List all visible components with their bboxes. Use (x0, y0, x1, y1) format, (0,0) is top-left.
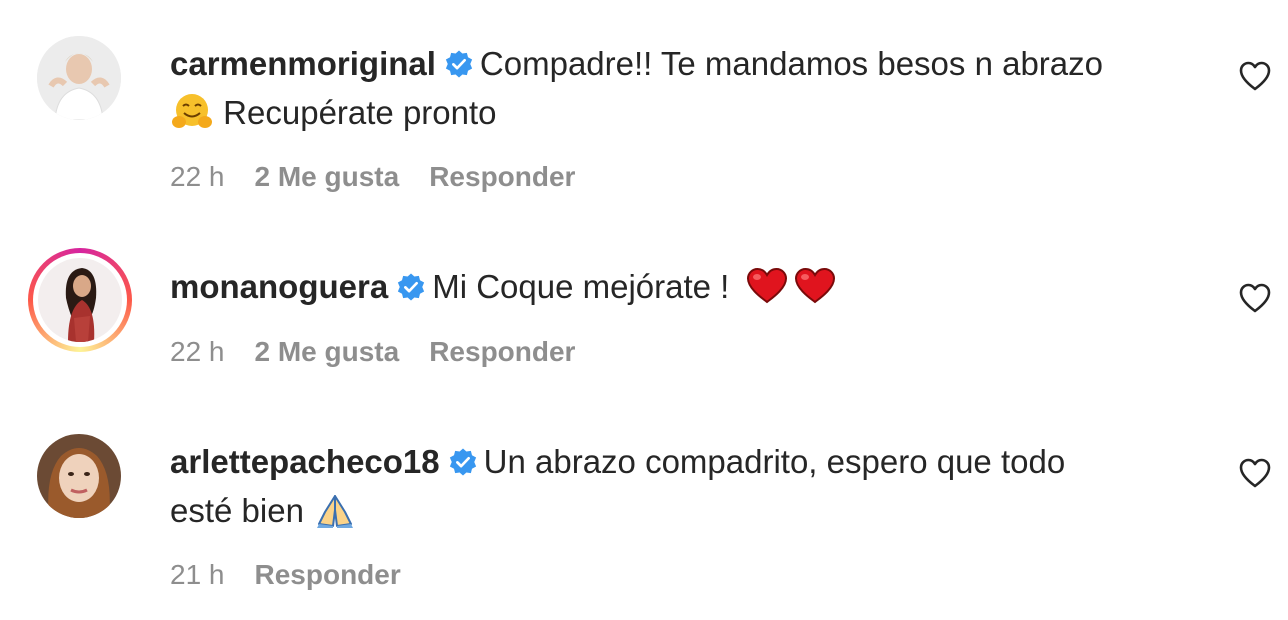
comment-message: Compadre!! Te mandamos besos n abrazo (479, 45, 1103, 82)
verified-badge-icon (398, 273, 425, 301)
comment-time: 22 h (170, 161, 225, 192)
red-heart-emoji-icon (745, 266, 789, 319)
comment-text: monanoguera Mi Coque mejórate ! (170, 262, 1200, 319)
reply-button[interactable]: Responder (429, 161, 575, 192)
red-heart-emoji-icon (793, 266, 837, 319)
comment-username[interactable]: monanoguera (170, 268, 388, 305)
reply-button[interactable]: Responder (429, 336, 575, 367)
comment-message: Mi Coque mejórate ! (432, 268, 730, 305)
like-heart-icon[interactable] (1238, 457, 1272, 489)
likes-count-button[interactable]: 2 Me gusta (255, 161, 400, 192)
like-heart-icon[interactable] (1238, 282, 1272, 314)
verified-badge-icon (449, 448, 476, 476)
avatar[interactable] (37, 434, 121, 518)
comment-meta: 21 h Responder (170, 559, 431, 591)
comment-meta: 22 h 2 Me gusta Responder (170, 161, 605, 193)
verified-badge-icon (445, 50, 473, 78)
reply-button[interactable]: Responder (255, 559, 401, 590)
comment-time: 21 h (170, 559, 225, 590)
like-heart-icon[interactable] (1238, 60, 1272, 92)
comment-message-line2: esté bien (170, 492, 304, 529)
comment-username[interactable]: carmenmoriginal (170, 45, 436, 82)
comment-meta: 22 h 2 Me gusta Responder (170, 336, 605, 368)
avatar[interactable] (37, 36, 121, 120)
folded-hands-emoji-icon (313, 490, 357, 543)
comment-time: 22 h (170, 336, 225, 367)
likes-count-button[interactable]: 2 Me gusta (255, 336, 400, 367)
avatar[interactable] (38, 258, 122, 342)
hugging-face-emoji-icon (170, 92, 214, 145)
story-ring[interactable] (28, 248, 132, 352)
comment-message: Un abrazo compadrito, espero que todo (483, 443, 1066, 480)
comment-username[interactable]: arlettepacheco18 (170, 443, 440, 480)
comment-text: carmenmoriginal Compadre!! Te mandamos be… (170, 39, 1200, 145)
comment-message-line2: Recupérate pronto (223, 94, 497, 131)
comment-text: arlettepacheco18 Un abrazo compadrito, es… (170, 437, 1200, 543)
